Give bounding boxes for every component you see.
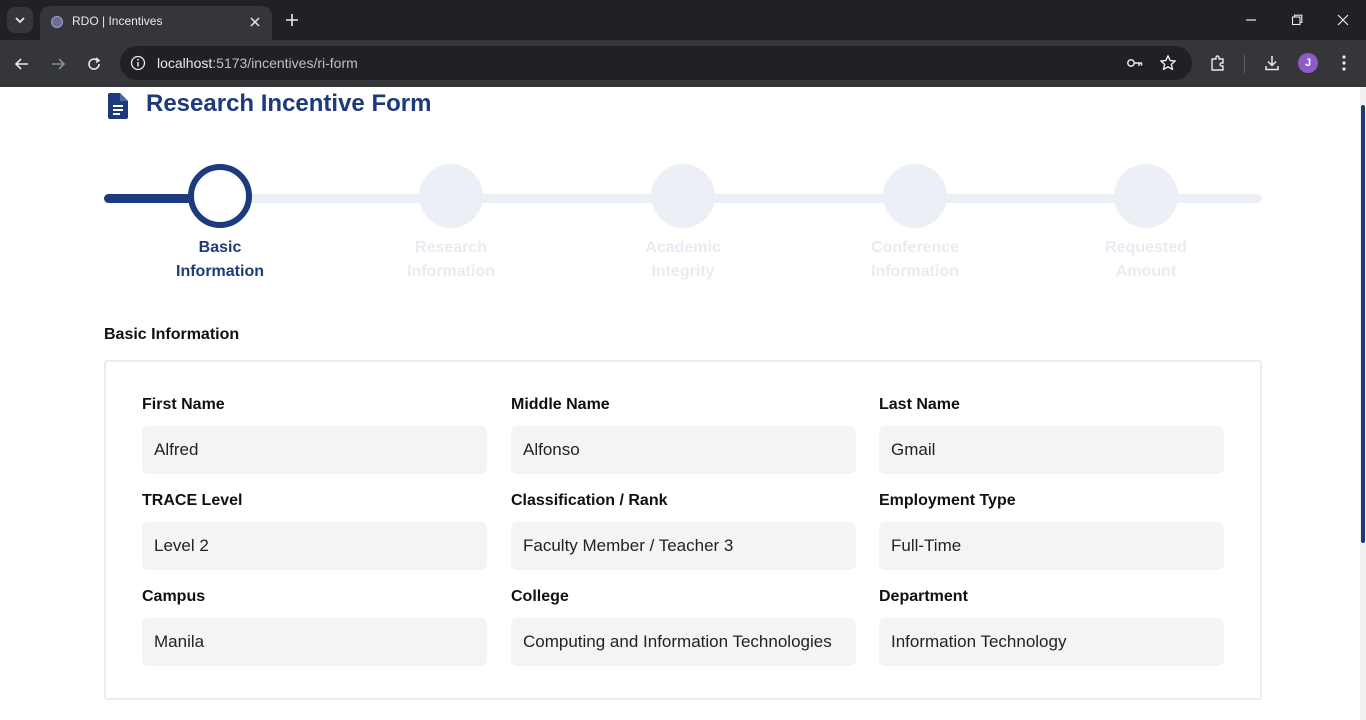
tab-search-button[interactable] <box>7 7 33 33</box>
plus-icon <box>286 14 298 26</box>
step-3-label-line1: Academic <box>645 239 721 256</box>
step-3-circle[interactable] <box>651 164 715 228</box>
middle-name-label: Middle Name <box>511 396 610 413</box>
step-1-circle[interactable] <box>188 164 252 228</box>
puzzle-icon <box>1211 55 1224 71</box>
restore-button[interactable] <box>1282 6 1312 34</box>
college-input[interactable] <box>511 618 856 666</box>
trace-level-label: TRACE Level <box>142 492 243 509</box>
browser-tab-active[interactable]: RDO | Incentives <box>40 6 272 40</box>
back-button[interactable] <box>10 52 34 76</box>
new-tab-button[interactable] <box>282 10 302 30</box>
last-name-label: Last Name <box>879 396 960 413</box>
page-title: Research Incentive Form <box>146 90 432 117</box>
minimize-icon <box>1246 19 1256 21</box>
step-2-label-line2: Information <box>407 263 495 280</box>
browser-menu-button[interactable] <box>1333 52 1355 74</box>
forward-button[interactable] <box>46 52 70 76</box>
step-3-label[interactable]: Academic Integrity <box>603 236 763 284</box>
step-5-circle[interactable] <box>1114 164 1178 228</box>
profile-avatar[interactable]: J <box>1298 53 1318 73</box>
close-icon <box>250 17 260 27</box>
close-window-button[interactable] <box>1328 6 1358 34</box>
star-icon <box>1160 55 1176 71</box>
step-2-circle[interactable] <box>419 164 483 228</box>
classification-rank-label: Classification / Rank <box>511 492 668 509</box>
reload-button[interactable] <box>82 52 106 76</box>
campus-input[interactable] <box>142 618 487 666</box>
scrollbar-thumb[interactable] <box>1361 105 1365 543</box>
step-5-label-line1: Requested <box>1105 239 1187 256</box>
downloads-button[interactable] <box>1261 52 1283 74</box>
first-name-input[interactable] <box>142 426 487 474</box>
employment-type-input[interactable] <box>879 522 1224 570</box>
close-icon <box>1337 14 1349 26</box>
restore-icon <box>1291 14 1303 26</box>
browser-toolbar: localhost:5173/incentives/ri-form <box>0 40 1366 87</box>
minimize-button[interactable] <box>1236 6 1266 34</box>
url-path: :5173/incentives/ri-form <box>212 55 358 71</box>
step-1-label-line1: Basic <box>198 239 242 256</box>
department-label: Department <box>879 588 968 605</box>
step-1-label-line2: Information <box>176 263 264 280</box>
step-3-label-line2: Integrity <box>651 263 715 280</box>
reload-icon <box>88 57 101 70</box>
step-2-label[interactable]: Research Information <box>371 236 531 284</box>
document-icon <box>108 93 128 119</box>
site-favicon-icon <box>51 16 63 28</box>
arrow-right-icon <box>52 58 66 70</box>
section-title: Basic Information <box>104 326 240 343</box>
tab-close-button[interactable] <box>246 13 264 31</box>
classification-rank-input[interactable] <box>511 522 856 570</box>
department-input[interactable] <box>879 618 1224 666</box>
url-text[interactable]: localhost:5173/incentives/ri-form <box>157 55 358 71</box>
url-host: localhost <box>157 55 213 71</box>
middle-name-input[interactable] <box>511 426 856 474</box>
campus-label: Campus <box>142 588 206 605</box>
college-label: College <box>511 588 569 605</box>
step-5-label[interactable]: Requested Amount <box>1066 236 1226 284</box>
bookmark-star-button[interactable] <box>1159 54 1177 72</box>
first-name-label: First Name <box>142 396 225 413</box>
trace-level-input[interactable] <box>142 522 487 570</box>
chevron-down-icon <box>15 17 25 24</box>
browser-tabstrip: RDO | Incentives <box>0 0 1366 40</box>
step-2-label-line1: Research <box>414 239 488 256</box>
step-4-label-line1: Conference <box>870 239 960 256</box>
more-vertical-icon <box>1342 55 1346 71</box>
tab-title: RDO | Incentives <box>72 14 163 28</box>
site-info-icon[interactable] <box>130 55 146 71</box>
last-name-input[interactable] <box>879 426 1224 474</box>
employment-type-label: Employment Type <box>879 492 1016 509</box>
toolbar-divider <box>1244 55 1245 73</box>
page-title-icon-wrap <box>106 92 130 120</box>
step-5-label-line2: Amount <box>1115 263 1177 280</box>
arrow-left-icon <box>14 58 28 70</box>
password-key-button[interactable] <box>1126 54 1144 72</box>
step-4-circle[interactable] <box>883 164 947 228</box>
step-4-label[interactable]: Conference Information <box>835 236 995 284</box>
extensions-button[interactable] <box>1207 52 1229 74</box>
download-icon <box>1265 56 1279 71</box>
step-4-label-line2: Information <box>871 263 959 280</box>
key-icon <box>1127 59 1143 67</box>
address-bar[interactable]: localhost:5173/incentives/ri-form <box>120 46 1192 80</box>
step-1-label[interactable]: Basic Information <box>140 236 300 284</box>
